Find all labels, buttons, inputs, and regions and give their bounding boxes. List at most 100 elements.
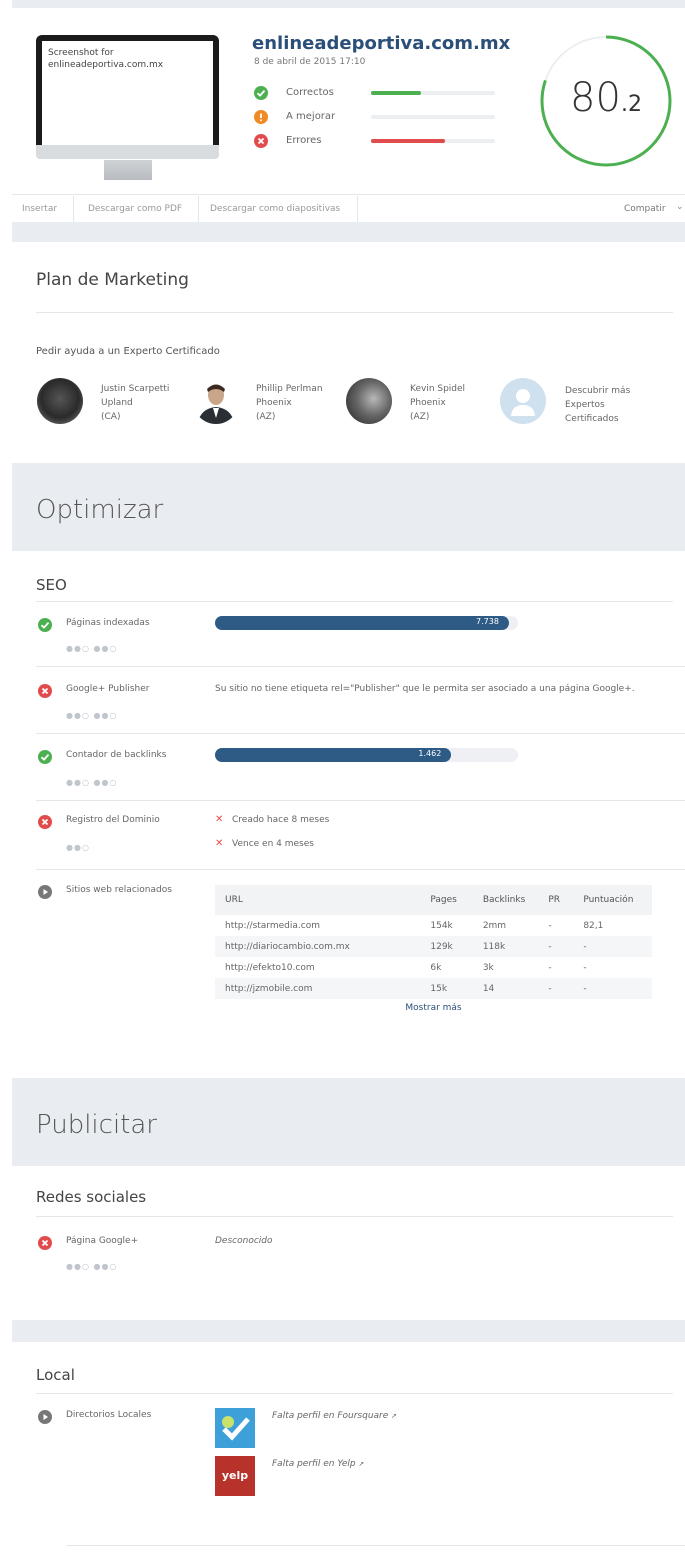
avatar[interactable]: [37, 378, 83, 424]
table-cell: -: [548, 941, 552, 952]
gplus-status: Desconocido: [215, 1236, 273, 1246]
discover-line: Descubrir más: [565, 386, 631, 396]
rating-dots: ●●○: [66, 843, 90, 852]
error-icon: [38, 1236, 52, 1250]
bar-value: 7.738: [476, 617, 499, 626]
table-cell: 14: [482, 983, 495, 994]
domain-expires: Vence en 4 meses: [232, 839, 314, 849]
seo-title: SEO: [36, 576, 67, 594]
discover-line: Certificados: [565, 414, 619, 424]
warning-icon: [254, 110, 268, 124]
expert-city: Phoenix: [256, 398, 292, 408]
stat-label: A mejorar: [286, 111, 336, 122]
divider: [36, 869, 685, 870]
expert-state: (AZ): [410, 412, 430, 422]
table-cell: 129k: [430, 941, 453, 952]
gplus-message: Su sitio no tiene etiqueta rel="Publishe…: [215, 684, 635, 694]
related-sites-table: URL Pages Backlinks PR Puntuación http://sta…: [215, 885, 652, 1013]
error-icon: [38, 815, 52, 829]
table-cell: 3k: [482, 962, 494, 973]
rating-dots: ●●○ ●●○: [66, 644, 118, 653]
external-link-icon: ➚: [358, 1460, 365, 1468]
advertise-title: Publicitar: [36, 1110, 157, 1140]
site-url-link[interactable]: http://efekto10.com: [215, 957, 420, 978]
local-title: Local: [36, 1366, 75, 1384]
column-header: Pages: [430, 895, 457, 905]
discover-experts-link[interactable]: Descubrir más Expertos Certificados: [565, 384, 630, 426]
error-icon: [254, 134, 268, 148]
error-icon: [38, 684, 52, 698]
insert-button[interactable]: Insertar: [22, 204, 57, 214]
avatar[interactable]: [346, 378, 392, 424]
divider: [36, 666, 685, 667]
yelp-logo-text: yelp: [221, 1469, 249, 1482]
table-cell: -: [548, 920, 552, 931]
expert-state: (AZ): [256, 412, 276, 422]
download-slides-button[interactable]: Descargar como diapositivas: [210, 204, 340, 214]
row-label: Google+ Publisher: [66, 684, 150, 694]
table-cell: 15k: [430, 983, 448, 994]
yelp-text: Falta perfil en Yelp: [272, 1459, 356, 1469]
check-icon: [38, 618, 52, 632]
yelp-missing-link[interactable]: Falta perfil en Yelp ➚: [272, 1459, 364, 1469]
optimize-title: Optimizar: [36, 495, 164, 525]
download-pdf-button[interactable]: Descargar como PDF: [88, 204, 182, 214]
report-date: 8 de abril de 2015 17:10: [254, 57, 366, 67]
row-label: Registro del Dominio: [66, 815, 160, 825]
table-row: http://starmedia.com 154k 2mm - 82,1: [215, 915, 652, 936]
column-header: PR: [548, 895, 561, 905]
expert-name[interactable]: Justin Scarpetti: [101, 384, 169, 394]
user-placeholder-icon[interactable]: [500, 378, 546, 424]
divider: [36, 601, 673, 602]
table-cell: -: [583, 941, 587, 952]
table-cell: -: [548, 962, 552, 973]
discover-line: Expertos: [565, 400, 605, 410]
bar-value: 1.462: [418, 749, 442, 758]
table-cell: -: [548, 983, 552, 994]
check-icon: [254, 86, 268, 100]
divider: [36, 1393, 673, 1394]
stat-bar: [371, 91, 495, 95]
column-header: Backlinks: [482, 895, 526, 905]
table-cell: 6k: [430, 962, 442, 973]
table-header: URL Pages Backlinks PR Puntuación: [215, 885, 652, 915]
expert-name[interactable]: Kevin Spidel: [410, 384, 465, 394]
site-url-link[interactable]: http://starmedia.com: [215, 915, 420, 936]
monitor-preview: Screenshot for enlineadeportiva.com.mx: [36, 35, 219, 160]
column-header: URL: [225, 895, 243, 905]
site-url-link[interactable]: http://diariocambio.com.mx: [215, 936, 420, 957]
expert-city: Upland: [101, 398, 133, 408]
score-value: 80.2: [540, 75, 672, 121]
chevron-down-icon[interactable]: ⌄: [676, 202, 684, 212]
divider: [36, 800, 685, 801]
stat-bar-fill: [371, 91, 421, 95]
backlinks-bar: 1.462: [215, 748, 518, 762]
table-row: http://diariocambio.com.mx 129k 118k - -: [215, 936, 652, 957]
expert-name[interactable]: Phillip Perlman: [256, 384, 323, 394]
screenshot-alt: Screenshot for enlineadeportiva.com.mx: [48, 48, 164, 70]
row-label: Página Google+: [66, 1236, 139, 1246]
top-strip: [12, 0, 685, 8]
stat-label: Errores: [286, 135, 322, 146]
rating-dots: ●●○ ●●○: [66, 711, 118, 720]
foursquare-missing-link[interactable]: Falta perfil en Foursquare ➚: [272, 1411, 397, 1421]
toolbar-top-border: [12, 194, 685, 195]
avatar[interactable]: [193, 378, 239, 424]
stat-bar: [371, 139, 495, 143]
divider: [36, 733, 685, 734]
table-cell: 118k: [482, 941, 506, 952]
section-gap: [12, 1320, 685, 1342]
divider: [66, 1545, 685, 1546]
toolbar-divider: [73, 196, 74, 222]
row-label: Sitios web relacionados: [66, 885, 172, 895]
share-button[interactable]: Compatir: [624, 204, 666, 214]
yelp-icon[interactable]: yelp: [215, 1456, 255, 1496]
foursquare-icon[interactable]: [215, 1408, 255, 1448]
foursquare-text: Falta perfil en Foursquare: [272, 1411, 389, 1421]
stat-bar: [371, 115, 495, 119]
site-url-link[interactable]: http://jzmobile.com: [215, 978, 420, 999]
show-more-link[interactable]: Mostrar más: [215, 1003, 652, 1013]
marketing-title: Plan de Marketing: [36, 270, 189, 290]
social-title: Redes sociales: [36, 1188, 147, 1206]
monitor-stand: [104, 160, 152, 180]
